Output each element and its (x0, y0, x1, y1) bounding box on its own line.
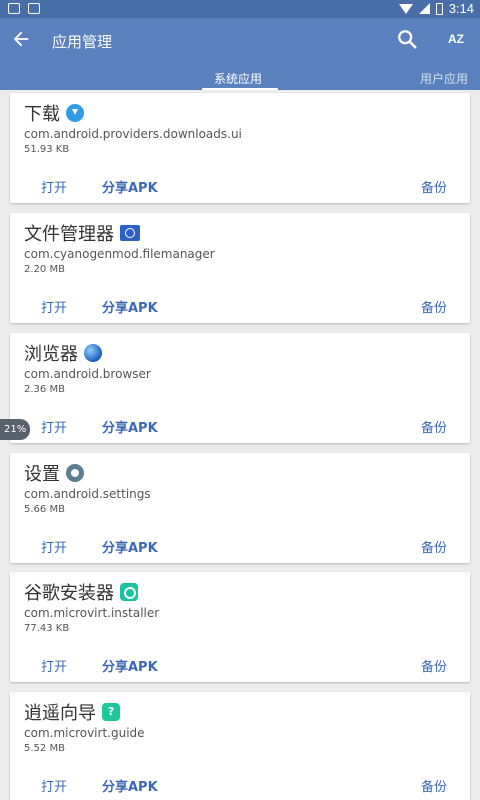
signal-icon (418, 3, 430, 14)
open-button[interactable]: 打开 (41, 656, 67, 675)
open-button[interactable]: 打开 (41, 776, 67, 795)
app-name: 下载 (24, 104, 60, 125)
app-size: 2.20 MB (24, 264, 65, 275)
app-name-row: 下载 (24, 100, 84, 126)
open-button[interactable]: 打开 (41, 417, 67, 436)
sort-az-icon[interactable]: AZ (448, 32, 464, 46)
status-time: 3:14 (448, 1, 474, 16)
share-apk-button[interactable]: 分享APK (102, 776, 158, 795)
app-card: 文件管理器 com.cyanogenmod.filemanager 2.20 M… (10, 213, 470, 323)
app-package: com.microvirt.installer (24, 606, 160, 620)
app-name: 谷歌安装器 (24, 583, 114, 604)
tab-system-apps[interactable]: 系统应用 (214, 70, 262, 87)
app-package: com.android.settings (24, 487, 151, 501)
installer-icon (120, 583, 138, 601)
app-card: 谷歌安装器 com.microvirt.installer 77.43 KB 打… (10, 572, 470, 682)
app-bar: 应用管理 AZ 系统应用 用户应用 (0, 18, 480, 90)
open-button[interactable]: 打开 (41, 537, 67, 556)
backup-button[interactable]: 备份 (421, 776, 447, 795)
backup-button[interactable]: 备份 (421, 297, 447, 316)
share-apk-button[interactable]: 分享APK (102, 537, 158, 556)
open-button[interactable]: 打开 (41, 297, 67, 316)
search-icon[interactable] (396, 28, 418, 50)
backup-button[interactable]: 备份 (421, 417, 447, 436)
notification-icon (8, 3, 20, 14)
status-bar: 3:14 (0, 0, 480, 18)
battery-icon (435, 2, 443, 15)
app-name: 文件管理器 (24, 224, 114, 245)
page-title: 应用管理 (52, 33, 113, 51)
backup-button[interactable]: 备份 (421, 656, 447, 675)
share-apk-button[interactable]: 分享APK (102, 177, 158, 196)
app-name-row: 浏览器 (24, 340, 102, 366)
gear-icon (66, 464, 84, 482)
share-apk-button[interactable]: 分享APK (102, 297, 158, 316)
download-icon (66, 104, 84, 122)
app-name-row: 文件管理器 (24, 220, 140, 246)
tab-user-apps[interactable]: 用户应用 (420, 70, 468, 87)
app-size: 5.66 MB (24, 504, 65, 515)
app-size: 5.52 MB (24, 743, 65, 754)
app-card: 设置 com.android.settings 5.66 MB 打开 分享APK… (10, 453, 470, 563)
back-arrow-icon[interactable] (10, 28, 32, 50)
app-notification-icon (28, 3, 40, 14)
open-button[interactable]: 打开 (41, 177, 67, 196)
app-name: 逍遥向导 (24, 703, 96, 724)
app-name-row: 谷歌安装器 (24, 579, 138, 605)
app-size: 2.36 MB (24, 384, 65, 395)
wifi-icon (398, 3, 413, 14)
app-package: com.microvirt.guide (24, 726, 145, 740)
app-package: com.cyanogenmod.filemanager (24, 247, 215, 261)
globe-icon (84, 344, 102, 362)
app-name: 设置 (24, 464, 60, 485)
floating-speed-badge[interactable]: 21% (0, 419, 30, 440)
app-list[interactable]: 下载 com.android.providers.downloads.ui 51… (0, 90, 480, 800)
app-size: 77.43 KB (24, 623, 70, 634)
app-size: 51.93 KB (24, 144, 70, 155)
app-card: 下载 com.android.providers.downloads.ui 51… (10, 93, 470, 203)
app-card: 逍遥向导 ? com.microvirt.guide 5.52 MB 打开 分享… (10, 692, 470, 800)
backup-button[interactable]: 备份 (421, 537, 447, 556)
app-name: 浏览器 (24, 344, 78, 365)
app-name-row: 逍遥向导 ? (24, 699, 120, 725)
app-card: 浏览器 com.android.browser 2.36 MB 打开 分享APK… (10, 333, 470, 443)
folder-icon (120, 225, 140, 241)
guide-icon: ? (102, 703, 120, 721)
share-apk-button[interactable]: 分享APK (102, 656, 158, 675)
app-package: com.android.providers.downloads.ui (24, 127, 242, 141)
share-apk-button[interactable]: 分享APK (102, 417, 158, 436)
backup-button[interactable]: 备份 (421, 177, 447, 196)
app-package: com.android.browser (24, 367, 151, 381)
app-name-row: 设置 (24, 460, 84, 486)
